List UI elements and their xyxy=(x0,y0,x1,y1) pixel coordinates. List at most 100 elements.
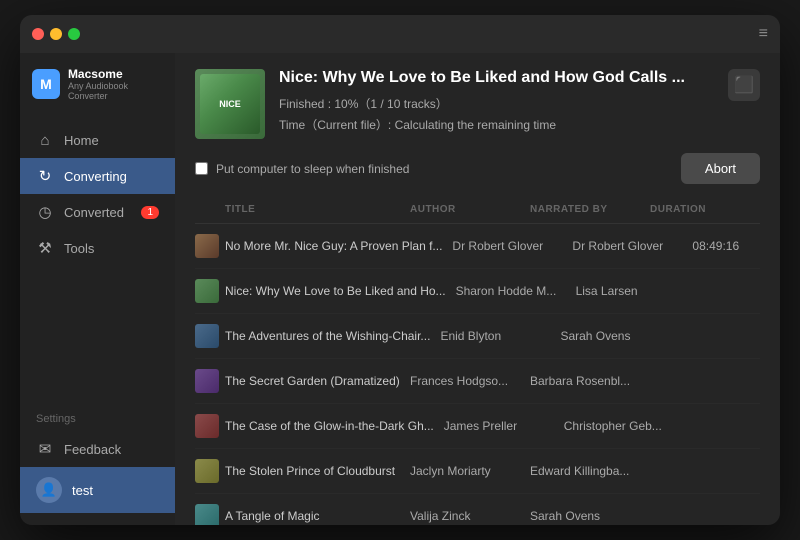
table-row[interactable]: The Secret Garden (Dramatized) Frances H… xyxy=(195,359,760,404)
col-status xyxy=(730,204,760,215)
tools-icon: ⚒ xyxy=(36,239,54,257)
converting-icon: ↻ xyxy=(36,167,54,185)
main-layout: M Macsome Any Audiobook Converter ⌂ Home… xyxy=(20,53,780,525)
sidebar-item-converted-label: Converted xyxy=(64,205,124,220)
app-window: ≡ M Macsome Any Audiobook Converter ⌂ Ho… xyxy=(20,15,780,525)
track-title: The Case of the Glow-in-the-Dark Gh... xyxy=(225,419,434,433)
content-header: NICE Nice: Why We Love to Be Liked and H… xyxy=(175,53,780,196)
table-header: TITLE Author Narrated by DURATION xyxy=(195,196,760,224)
sidebar-feedback-label: Feedback xyxy=(64,442,121,457)
abort-button[interactable]: Abort xyxy=(681,153,760,184)
sidebar-item-converting-label: Converting xyxy=(64,169,127,184)
track-thumbnail xyxy=(195,324,219,348)
table-row[interactable]: A Tangle of Magic Valija Zinck Sarah Ove… xyxy=(195,494,760,525)
track-narrator: Sarah Ovens xyxy=(560,329,680,343)
controls-row: Put computer to sleep when finished Abor… xyxy=(195,153,760,184)
track-author: Jaclyn Moriarty xyxy=(410,464,530,478)
sidebar-item-home[interactable]: ⌂ Home xyxy=(20,123,175,158)
sidebar-item-converting[interactable]: ↻ Converting xyxy=(20,158,175,194)
book-cover-art: NICE xyxy=(200,74,260,134)
track-thumbnail xyxy=(195,504,219,525)
book-title: Nice: Why We Love to Be Liked and How Go… xyxy=(279,69,714,87)
col-thumb xyxy=(195,204,225,215)
sidebar-settings-label: Settings xyxy=(20,407,175,431)
sleep-checkbox-text: Put computer to sleep when finished xyxy=(216,162,409,176)
sidebar-item-tools-label: Tools xyxy=(64,241,94,256)
sidebar-item-home-label: Home xyxy=(64,133,99,148)
book-action-button[interactable]: ⬛ xyxy=(728,69,760,101)
track-thumbnail xyxy=(195,369,219,393)
track-title: Nice: Why We Love to Be Liked and Ho... xyxy=(225,284,446,298)
traffic-lights xyxy=(32,28,80,40)
app-name: Macsome xyxy=(68,67,163,81)
track-title: The Stolen Prince of Cloudburst xyxy=(225,464,395,478)
sidebar-logo: M Macsome Any Audiobook Converter xyxy=(20,53,175,115)
track-thumbnail xyxy=(195,279,219,303)
track-thumbnail xyxy=(195,459,219,483)
sidebar: M Macsome Any Audiobook Converter ⌂ Home… xyxy=(20,53,175,525)
book-info: Nice: Why We Love to Be Liked and How Go… xyxy=(279,69,714,133)
logo-text: Macsome Any Audiobook Converter xyxy=(68,67,163,101)
current-book: NICE Nice: Why We Love to Be Liked and H… xyxy=(195,69,760,139)
table-row[interactable]: Nice: Why We Love to Be Liked and Ho... … xyxy=(195,269,760,314)
converted-icon: ◷ xyxy=(36,203,54,221)
feedback-icon: ✉ xyxy=(36,440,54,458)
track-author: James Preller xyxy=(444,419,564,433)
book-time: Time（Current file）: Calculating the rema… xyxy=(279,116,714,133)
track-narrator: Edward Killingba... xyxy=(530,464,650,478)
book-cover-thumbnail: NICE xyxy=(195,69,265,139)
main-content: NICE Nice: Why We Love to Be Liked and H… xyxy=(175,53,780,525)
sleep-checkbox-input[interactable] xyxy=(195,162,208,175)
track-list[interactable]: TITLE Author Narrated by DURATION No Mor… xyxy=(175,196,780,525)
track-narrator: Sarah Ovens xyxy=(530,509,650,523)
track-thumbnail xyxy=(195,414,219,438)
table-row[interactable]: The Adventures of the Wishing-Chair... E… xyxy=(195,314,760,359)
track-title: The Adventures of the Wishing-Chair... xyxy=(225,329,430,343)
user-avatar: 👤 xyxy=(36,477,62,503)
table-row[interactable]: The Stolen Prince of Cloudburst Jaclyn M… xyxy=(195,449,760,494)
track-narrator: Dr Robert Glover xyxy=(572,239,692,253)
track-title-cell: The Case of the Glow-in-the-Dark Gh... xyxy=(225,419,444,433)
titlebar: ≡ xyxy=(20,15,780,53)
col-narrator: Narrated by xyxy=(530,204,650,215)
converted-badge: 1 xyxy=(141,206,159,219)
track-author: Enid Blyton xyxy=(440,329,560,343)
track-title: No More Mr. Nice Guy: A Proven Plan f... xyxy=(225,239,442,253)
track-author: Valija Zinck xyxy=(410,509,530,523)
track-title-cell: A Tangle of Magic xyxy=(225,509,410,523)
app-logo-icon: M xyxy=(32,69,60,99)
track-thumbnail xyxy=(195,234,219,258)
track-author: Frances Hodgso... xyxy=(410,374,530,388)
sidebar-nav: ⌂ Home ↻ Converting ◷ Converted 1 ⚒ Tool… xyxy=(20,115,175,395)
sidebar-item-tools[interactable]: ⚒ Tools xyxy=(20,230,175,266)
minimize-button[interactable] xyxy=(50,28,62,40)
track-author: Sharon Hodde M... xyxy=(456,284,576,298)
track-title-cell: Nice: Why We Love to Be Liked and Ho... xyxy=(225,284,456,298)
track-narrator: Christopher Geb... xyxy=(564,419,684,433)
book-progress: Finished : 10%（1 / 10 tracks） xyxy=(279,95,714,112)
sidebar-item-converted[interactable]: ◷ Converted 1 xyxy=(20,194,175,230)
track-author: Dr Robert Glover xyxy=(452,239,572,253)
table-row[interactable]: The Case of the Glow-in-the-Dark Gh... J… xyxy=(195,404,760,449)
track-title-cell: No More Mr. Nice Guy: A Proven Plan f... xyxy=(225,239,452,253)
track-narrator: Lisa Larsen xyxy=(576,284,696,298)
user-name-label: test xyxy=(72,483,93,498)
track-duration: 08:49:16 xyxy=(692,239,772,253)
maximize-button[interactable] xyxy=(68,28,80,40)
home-icon: ⌂ xyxy=(36,132,54,149)
close-button[interactable] xyxy=(32,28,44,40)
sidebar-user[interactable]: 👤 test xyxy=(20,467,175,513)
sleep-checkbox-label[interactable]: Put computer to sleep when finished xyxy=(195,162,409,176)
col-title: TITLE xyxy=(225,204,410,215)
sidebar-item-feedback[interactable]: ✉ Feedback xyxy=(20,431,175,467)
track-title: The Secret Garden (Dramatized) xyxy=(225,374,400,388)
track-status: ✓ xyxy=(772,238,780,255)
app-subtitle: Any Audiobook Converter xyxy=(68,81,163,101)
sidebar-bottom: Settings ✉ Feedback 👤 test xyxy=(20,395,175,525)
menu-icon[interactable]: ≡ xyxy=(759,25,768,43)
track-title-cell: The Secret Garden (Dramatized) xyxy=(225,374,410,388)
table-row[interactable]: No More Mr. Nice Guy: A Proven Plan f...… xyxy=(195,224,760,269)
track-status: 2% xyxy=(776,285,780,297)
col-author: Author xyxy=(410,204,530,215)
track-title: A Tangle of Magic xyxy=(225,509,320,523)
